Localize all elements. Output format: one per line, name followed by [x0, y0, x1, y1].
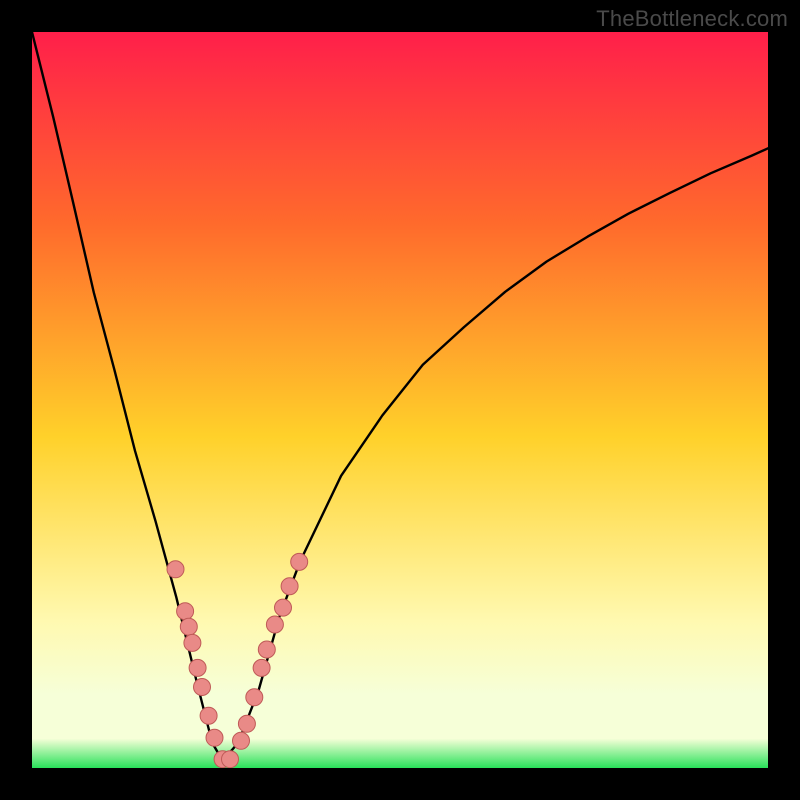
bottleneck-curve: [32, 32, 768, 761]
dot: [222, 751, 239, 768]
dot: [281, 578, 298, 595]
dot: [253, 659, 270, 676]
dot: [177, 603, 194, 620]
dot: [246, 689, 263, 706]
highlighted-dots: [167, 553, 308, 767]
dot: [167, 561, 184, 578]
dot: [194, 679, 211, 696]
dot: [275, 599, 292, 616]
dot: [184, 634, 201, 651]
dot: [200, 707, 217, 724]
watermark-text: TheBottleneck.com: [596, 6, 788, 32]
dot: [238, 715, 255, 732]
dot: [266, 616, 283, 633]
chart-svg-overlay: [32, 32, 768, 768]
chart-plot-area: [32, 32, 768, 768]
dot: [189, 659, 206, 676]
dot: [180, 618, 197, 635]
dot: [233, 732, 250, 749]
dot: [291, 553, 308, 570]
chart-frame: TheBottleneck.com: [0, 0, 800, 800]
dot: [206, 729, 223, 746]
dot: [258, 641, 275, 658]
